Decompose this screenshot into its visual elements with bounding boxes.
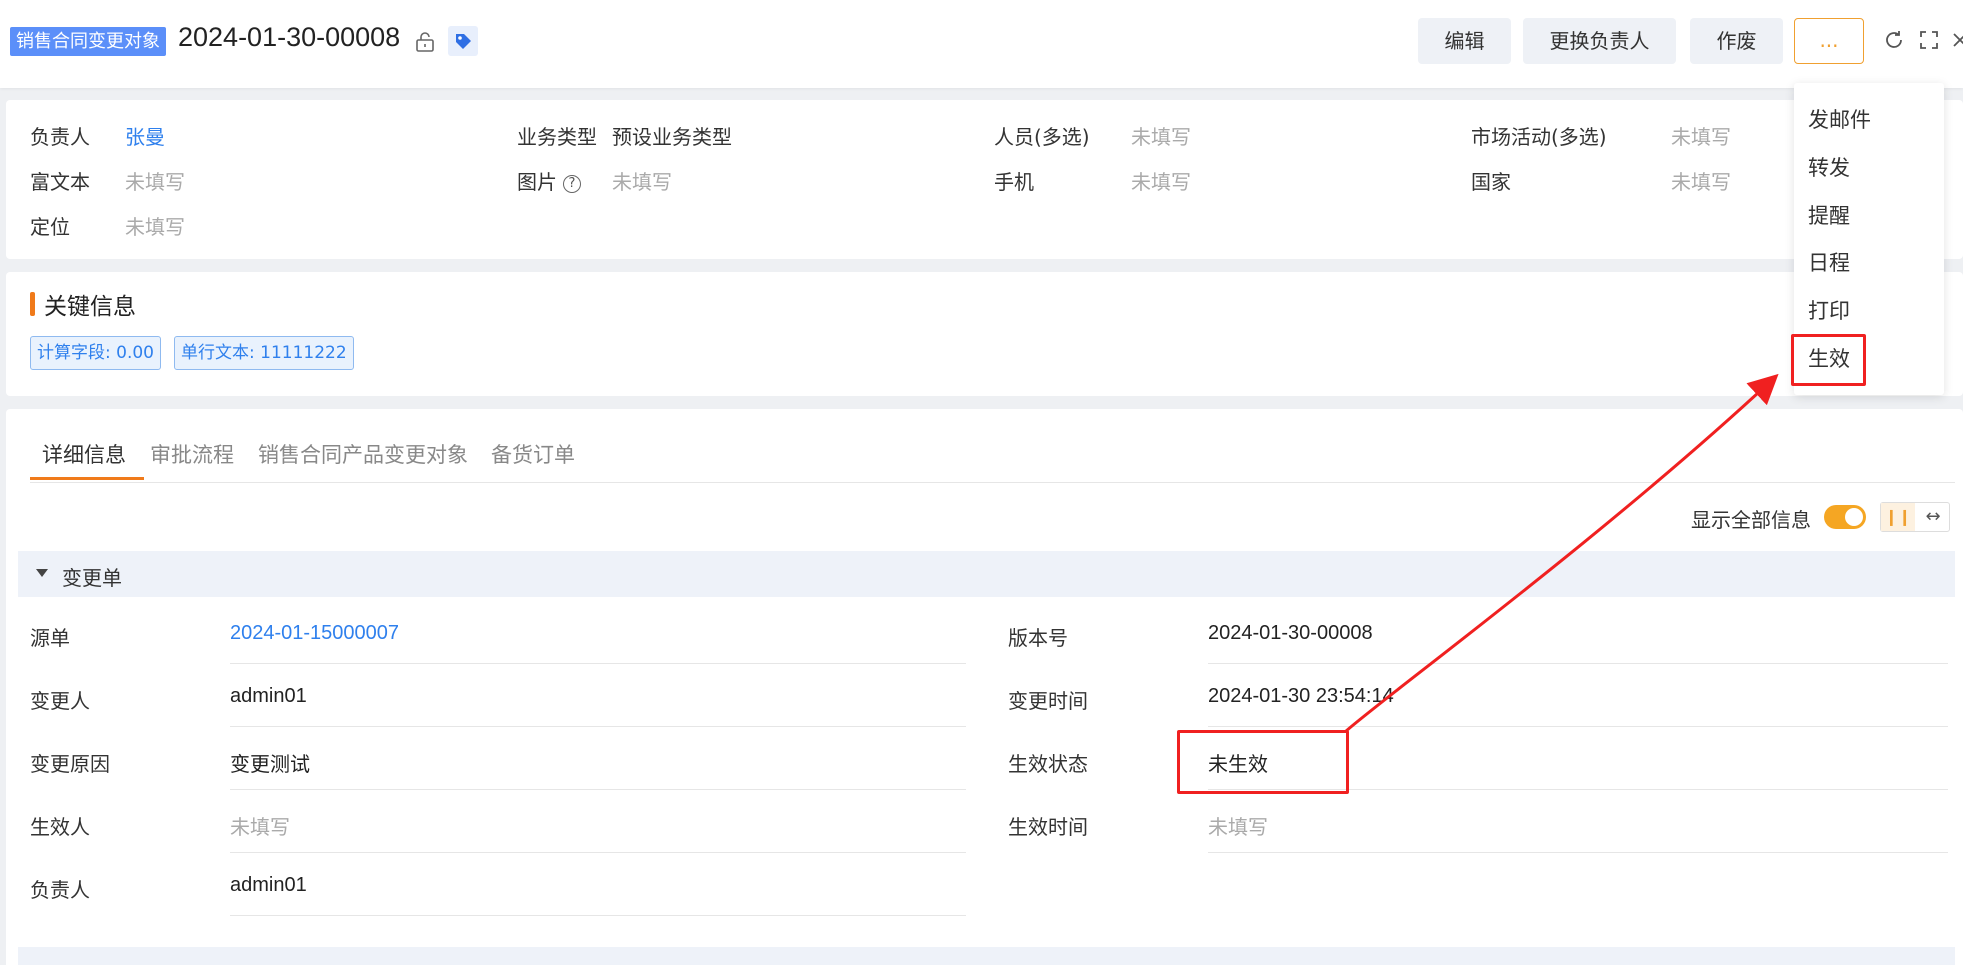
richtext-value: 未填写 xyxy=(125,170,185,194)
richtext-label: 富文本 xyxy=(30,170,90,194)
menu-item-forward[interactable]: 转发 xyxy=(1808,152,1850,182)
staff-label: 人员(多选) xyxy=(994,125,1090,149)
fullscreen-icon[interactable] xyxy=(1917,28,1941,52)
field-divider xyxy=(230,663,966,664)
reason-value: 变更测试 xyxy=(230,752,310,776)
change-owner-button[interactable]: 更换负责人 xyxy=(1523,18,1676,64)
full-width-icon[interactable]: ↔ xyxy=(1916,503,1950,531)
location-value: 未填写 xyxy=(125,215,185,239)
field-divider xyxy=(230,915,966,916)
status-label: 生效状态 xyxy=(1008,752,1088,776)
refresh-icon[interactable] xyxy=(1882,28,1906,52)
help-icon[interactable]: ? xyxy=(563,175,581,193)
key-info-chip: 单行文本: 11111222 xyxy=(174,336,354,370)
version-label: 版本号 xyxy=(1008,626,1068,650)
source-label: 源单 xyxy=(30,626,70,650)
tab-approval-flow[interactable]: 审批流程 xyxy=(150,439,234,469)
owner-value[interactable]: 张曼 xyxy=(125,121,165,150)
staff-value: 未填写 xyxy=(1131,125,1191,149)
menu-item-reminder[interactable]: 提醒 xyxy=(1808,200,1850,230)
detail-owner-label: 负责人 xyxy=(30,878,90,902)
column-switch: ❙❙ ↔ xyxy=(1880,502,1950,532)
reason-label: 变更原因 xyxy=(30,752,110,776)
show-all-label: 显示全部信息 xyxy=(1691,508,1811,532)
section-title: 变更单 xyxy=(62,566,122,590)
more-actions-menu: 发邮件 转发 提醒 日程 打印 生效 xyxy=(1794,83,1944,395)
effect-time-value: 未填写 xyxy=(1208,815,1268,839)
tab-contract-product-change[interactable]: 销售合同产品变更对象 xyxy=(258,439,468,469)
country-label: 国家 xyxy=(1471,170,1511,194)
location-label: 定位 xyxy=(30,215,70,239)
changer-value: admin01 xyxy=(230,685,307,707)
two-column-icon[interactable]: ❙❙ xyxy=(1881,503,1915,531)
image-value: 未填写 xyxy=(612,170,672,194)
summary-card: 负责人 张曼 业务类型 预设业务类型 人员(多选) 未填写 市场活动(多选) 未… xyxy=(6,100,1963,259)
status-value: 未生效 xyxy=(1208,752,1268,776)
change-order-section-header[interactable]: 变更单 xyxy=(18,551,1955,597)
tab-stock-order[interactable]: 备货订单 xyxy=(491,439,575,469)
campaign-value: 未填写 xyxy=(1671,125,1731,149)
detail-owner-value: admin01 xyxy=(230,874,307,896)
image-label: 图片 xyxy=(517,170,557,194)
biz-type-label: 业务类型 xyxy=(517,125,597,149)
object-type-tag: 销售合同变更对象 xyxy=(10,27,166,56)
more-actions-button[interactable]: ... xyxy=(1794,18,1864,64)
edit-button[interactable]: 编辑 xyxy=(1418,18,1511,64)
detail-card: 详细信息 审批流程 销售合同产品变更对象 备货订单 显示全部信息 ❙❙ ↔ 变更… xyxy=(6,409,1963,965)
version-value: 2024-01-30-00008 xyxy=(1208,622,1373,644)
image-label-wrap: 图片? xyxy=(517,166,581,195)
changer-label: 变更人 xyxy=(30,689,90,713)
field-divider xyxy=(230,726,966,727)
tab-detail-info[interactable]: 详细信息 xyxy=(42,439,126,469)
field-divider xyxy=(1208,789,1948,790)
unlock-icon[interactable] xyxy=(413,30,437,54)
field-divider xyxy=(230,852,966,853)
key-info-chip: 计算字段: 0.00 xyxy=(30,336,161,370)
tag-icon[interactable] xyxy=(448,26,478,56)
mobile-label: 手机 xyxy=(994,170,1034,194)
key-info-title: 关键信息 xyxy=(44,294,136,320)
effect-time-label: 生效时间 xyxy=(1008,815,1088,839)
field-divider xyxy=(1208,852,1948,853)
show-all-toggle[interactable] xyxy=(1824,505,1866,529)
mobile-value: 未填写 xyxy=(1131,170,1191,194)
caret-down-icon xyxy=(36,569,48,577)
tab-divider xyxy=(30,482,1955,483)
close-icon[interactable] xyxy=(1952,28,1963,52)
menu-item-activate[interactable]: 生效 xyxy=(1808,343,1850,373)
source-link[interactable]: 2024-01-15000007 xyxy=(230,622,399,645)
field-divider xyxy=(1208,726,1948,727)
effector-value: 未填写 xyxy=(230,815,290,839)
menu-item-send-email[interactable]: 发邮件 xyxy=(1808,104,1871,134)
key-info-card: 关键信息 计算字段: 0.00 单行文本: 11111222 xyxy=(6,272,1963,396)
change-time-label: 变更时间 xyxy=(1008,689,1088,713)
field-divider xyxy=(1208,663,1948,664)
owner-label: 负责人 xyxy=(30,125,90,149)
country-value: 未填写 xyxy=(1671,170,1731,194)
campaign-label: 市场活动(多选) xyxy=(1471,125,1607,149)
record-header: 销售合同变更对象 2024-01-30-00008 编辑 更换负责人 作废 ..… xyxy=(0,0,1963,88)
change-time-value: 2024-01-30 23:54:14 xyxy=(1208,685,1394,707)
record-number: 2024-01-30-00008 xyxy=(178,22,401,52)
biz-type-value: 预设业务类型 xyxy=(612,125,732,149)
next-section-header[interactable] xyxy=(18,947,1955,965)
void-button[interactable]: 作废 xyxy=(1690,18,1783,64)
active-tab-indicator xyxy=(30,477,144,480)
menu-item-schedule[interactable]: 日程 xyxy=(1808,247,1850,277)
field-divider xyxy=(230,789,966,790)
effector-label: 生效人 xyxy=(30,815,90,839)
section-accent-bar xyxy=(30,292,35,316)
menu-item-print[interactable]: 打印 xyxy=(1808,295,1850,325)
